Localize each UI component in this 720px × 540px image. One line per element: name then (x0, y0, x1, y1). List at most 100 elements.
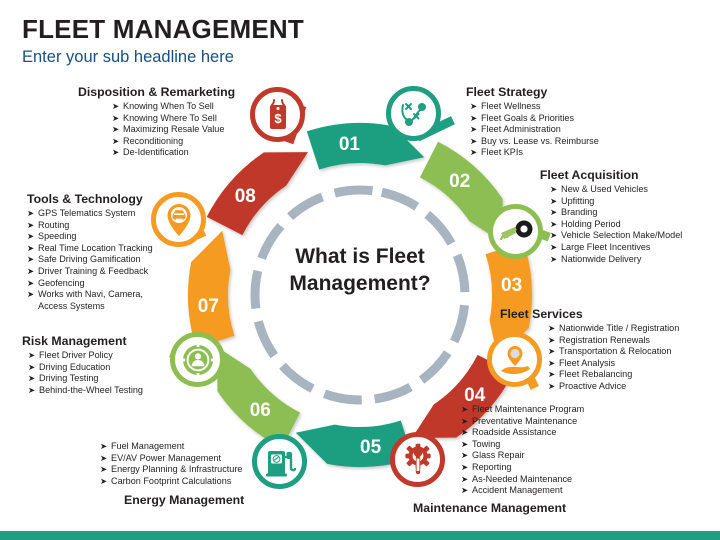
list-item: ➤ Reporting (461, 462, 584, 474)
bullet-arrow-icon: ➤ (550, 184, 558, 194)
icon-badge-05 (252, 434, 307, 489)
list-item: ➤ Routing (27, 220, 153, 232)
icon-badge-06 (170, 332, 225, 387)
list-item: ➤ Behind-the-Wheel Testing (28, 385, 143, 397)
gear-wrench-icon (401, 443, 435, 477)
list-item: ➤ Fleet Administration (470, 124, 599, 136)
gear-person-icon (180, 342, 216, 378)
bullet-arrow-icon: ➤ (27, 231, 35, 242)
list-item-label: Accident Management (472, 485, 563, 496)
bullet-arrow-icon: ➤ (461, 450, 469, 461)
segment-number-08: 08 (235, 186, 256, 207)
list-item: ➤ Roadside Assistance (461, 427, 584, 439)
list-item: ➤ Accident Management (461, 485, 584, 497)
list-item-label: Fleet Driver Policy (39, 350, 113, 360)
list-06: ➤ Fleet Driver Policy ➤ Driving Education ➤ D… (28, 350, 143, 396)
list-item: Access Systems (27, 301, 153, 313)
list-item-label: Large Fleet Incentives (561, 241, 651, 252)
list-item: ➤ Large Fleet Incentives (550, 242, 682, 254)
list-item: ➤ Upfitting (550, 196, 682, 208)
list-item-label: As-Needed Maintenance (472, 473, 573, 484)
car-map-pin-icon (163, 202, 195, 238)
bullet-arrow-icon: ➤ (27, 208, 35, 218)
bullet-arrow-icon: ➤ (100, 475, 108, 486)
segment-number-06: 06 (250, 400, 271, 421)
list-item-label: Real Time Location Tracking (38, 242, 153, 253)
list-01: ➤ Fleet Wellness ➤ Fleet Goals & Priorities… (470, 101, 599, 159)
bullet-arrow-icon: ➤ (548, 357, 556, 368)
list-item: ➤ Geofencing (27, 278, 153, 290)
list-item: ➤ Registration Renewals (548, 335, 679, 347)
inner-dashed-ring (250, 185, 470, 405)
list-item: ➤ Fleet Rebalancing (548, 369, 679, 381)
bullet-arrow-icon: ➤ (112, 147, 120, 158)
list-item: ➤ As-Needed Maintenance (461, 474, 584, 486)
text-block-02: Fleet Acquisition ➤ New & Used Vehicles ➤ U… (502, 168, 682, 265)
bullet-arrow-icon: ➤ (461, 438, 469, 449)
segment-arc-06[interactable] (217, 346, 301, 449)
list-item: ➤ Branding (550, 207, 682, 219)
list-item: ➤ Fleet KPIs (470, 147, 599, 159)
list-item: ➤ Maximizing Resale Value (112, 124, 235, 136)
list-item-label: Fleet Wellness (481, 101, 541, 111)
bullet-arrow-icon: ➤ (100, 441, 108, 451)
list-item-label: Upfitting (561, 195, 595, 206)
list-item-label: Roadside Assistance (472, 427, 557, 438)
list-item: ➤ Knowing When To Sell (112, 101, 235, 113)
list-item: ➤ Fleet Maintenance Program (461, 404, 584, 416)
list-item: ➤ Driving Testing (28, 373, 143, 385)
list-item-label: Knowing When To Sell (123, 101, 214, 111)
fuel-pump-icon (264, 446, 296, 478)
list-05: ➤ Fuel Management ➤ EV/AV Power Management ➤… (100, 441, 244, 487)
list-item: ➤ Safe Driving Gamification (27, 254, 153, 266)
bullet-arrow-icon: ➤ (27, 219, 35, 230)
bullet-arrow-icon: ➤ (461, 485, 469, 496)
text-block-01: Fleet Strategy ➤ Fleet Wellness ➤ Fleet Goa… (466, 85, 599, 159)
bullet-arrow-icon: ➤ (461, 461, 469, 472)
list-item-label: Behind-the-Wheel Testing (39, 384, 143, 395)
heading-06: Risk Management (22, 334, 127, 348)
footer-accent-bar (0, 531, 720, 540)
list-item-label: Fleet KPIs (481, 147, 523, 158)
bullet-arrow-icon: ➤ (28, 350, 36, 360)
list-item-label: Nationwide Title / Registration (559, 323, 680, 333)
bullet-arrow-icon: ➤ (470, 101, 478, 111)
list-item-label: Safe Driving Gamification (38, 254, 141, 265)
segment-number-07: 07 (198, 296, 219, 317)
list-item: ➤ Buy vs. Lease vs. Reimburse (470, 136, 599, 148)
list-item: ➤ Holding Period (550, 219, 682, 231)
bullet-arrow-icon: ➤ (461, 404, 469, 414)
bullet-arrow-icon: ➤ (470, 124, 478, 135)
list-item: ➤ Preventative Maintenance (461, 416, 584, 428)
segment-number-01: 01 (339, 134, 361, 155)
bullet-arrow-icon: ➤ (27, 254, 35, 265)
segment-number-05: 05 (360, 437, 382, 458)
list-item-label: Holding Period (561, 218, 621, 229)
bullet-arrow-icon: ➤ (27, 277, 35, 288)
bullet-arrow-icon: ➤ (28, 361, 36, 372)
list-item: ➤ Carbon Footprint Calculations (100, 476, 244, 488)
list-item: ➤ Fleet Goals & Priorities (470, 113, 599, 125)
list-item-label: Carbon Footprint Calculations (111, 475, 232, 486)
list-item-label: Registration Renewals (559, 334, 650, 345)
segment-arc-08[interactable] (206, 152, 309, 236)
list-03: ➤ Nationwide Title / Registration ➤ Registr… (548, 323, 679, 393)
heading-05: Energy Management (124, 493, 245, 508)
list-item: ➤ Vehicle Selection Make/Model (550, 230, 682, 242)
list-item-label: Nationwide Delivery (561, 253, 642, 264)
icon-badge-07 (151, 192, 206, 247)
list-item-label: Driver Training & Feedback (38, 265, 149, 276)
list-07: ➤ GPS Telematics System ➤ Routing ➤ Speeding ➤… (27, 208, 153, 312)
bullet-arrow-icon: ➤ (27, 242, 35, 253)
icon-badge-08: $ (250, 87, 305, 142)
heading-08: Disposition & Remarketing (78, 85, 236, 99)
segment-arc-07[interactable] (188, 230, 235, 349)
list-item-label: Fleet Maintenance Program (472, 404, 585, 414)
svg-text:$: $ (274, 111, 282, 126)
bullet-arrow-icon: ➤ (461, 415, 469, 426)
list-item: ➤ Driving Education (28, 362, 143, 374)
bullet-arrow-icon: ➤ (461, 473, 469, 484)
list-item: ➤ Works with Navi, Camera, (27, 289, 153, 301)
list-item: ➤ Real Time Location Tracking (27, 243, 153, 255)
list-item-label: Glass Repair (472, 450, 525, 461)
